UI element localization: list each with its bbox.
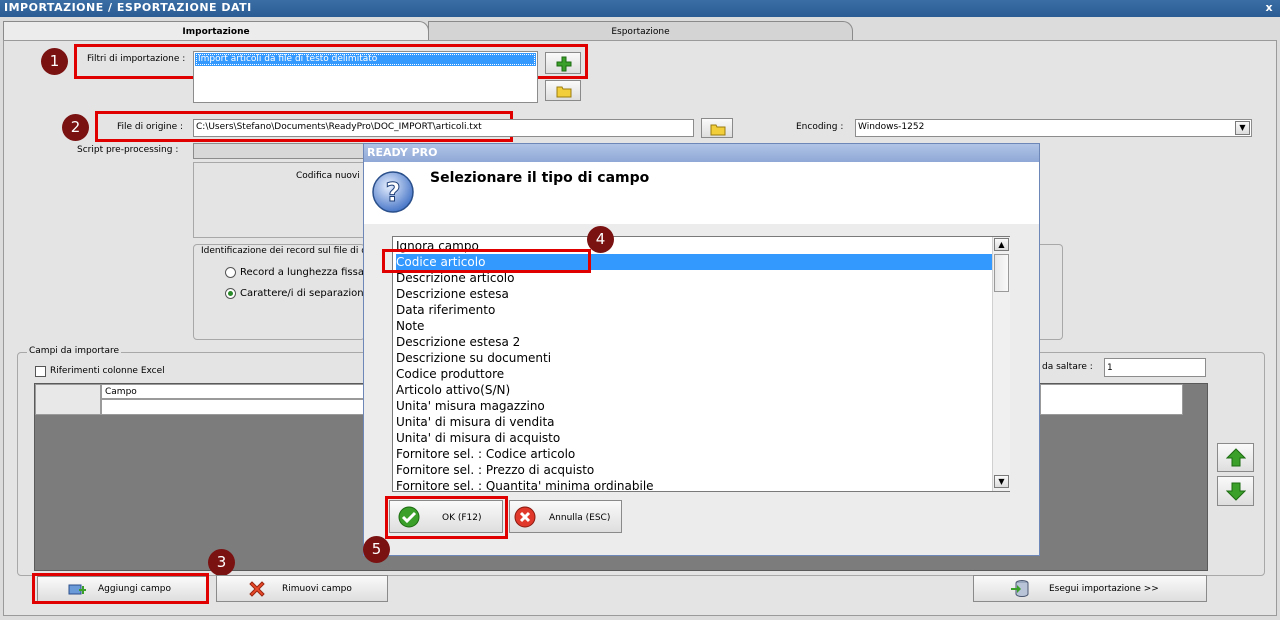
- browse-file-button[interactable]: [701, 118, 733, 138]
- arrow-up-icon: [1226, 448, 1246, 467]
- remove-icon: [249, 581, 265, 597]
- codifica-label: Codifica nuovi: [296, 171, 360, 181]
- filters-list-selected[interactable]: Import articoli da file di testo delimit…: [195, 53, 536, 66]
- folder-icon: [710, 124, 726, 136]
- svg-text:?: ?: [385, 178, 400, 208]
- script-label: Script pre-processing :: [77, 145, 179, 155]
- badge-2: 2: [62, 114, 89, 141]
- question-icon: ?: [372, 171, 414, 213]
- grid-row[interactable]: [101, 399, 364, 415]
- skip-input[interactable]: 1: [1104, 358, 1206, 377]
- list-item[interactable]: Fornitore sel. : Prezzo di acquisto: [396, 462, 992, 478]
- list-item[interactable]: Data riferimento: [396, 302, 992, 318]
- excel-checkbox[interactable]: [35, 366, 46, 377]
- tab-esportazione[interactable]: Esportazione: [428, 21, 853, 42]
- add-filter-button[interactable]: [545, 52, 581, 74]
- scroll-thumb[interactable]: [994, 254, 1009, 292]
- list-scrollbar[interactable]: ▲ ▼: [992, 237, 1010, 491]
- encoding-value: Windows-1252: [858, 122, 925, 132]
- list-item[interactable]: Fornitore sel. : Quantita' minima ordina…: [396, 478, 992, 494]
- grid-header-right: [1040, 384, 1183, 415]
- scroll-up-icon[interactable]: ▲: [994, 238, 1009, 251]
- origin-file-label: File di origine :: [117, 122, 184, 132]
- radio-fixed-length-label: Record a lunghezza fissa: [240, 267, 364, 278]
- database-import-icon: [1011, 580, 1029, 598]
- badge-5: 5: [363, 536, 390, 563]
- list-item[interactable]: Descrizione estesa: [396, 286, 992, 302]
- scroll-down-icon[interactable]: ▼: [994, 475, 1009, 488]
- dialog-titlebar: READY PRO: [364, 144, 1039, 162]
- run-import-button[interactable]: Esegui importazione >>: [973, 575, 1207, 602]
- folder-icon: [556, 86, 572, 98]
- window-titlebar: IMPORTAZIONE / ESPORTAZIONE DATI x: [0, 0, 1280, 17]
- grid-header-campo-label: Campo: [105, 387, 137, 397]
- plus-icon: [556, 56, 572, 72]
- fields-group-label: Campi da importare: [27, 346, 121, 356]
- remove-field-button[interactable]: Rimuovi campo: [216, 575, 388, 602]
- highlight-4: [382, 249, 591, 273]
- cancel-icon: [514, 506, 536, 528]
- grid-corner: [35, 384, 101, 415]
- cancel-button[interactable]: Annulla (ESC): [509, 500, 622, 533]
- dialog-header: ? Selezionare il tipo di campo: [364, 162, 1039, 224]
- close-icon[interactable]: x: [1262, 1, 1276, 15]
- list-item[interactable]: Unita' di misura di acquisto: [396, 430, 992, 446]
- run-import-label: Esegui importazione >>: [1049, 584, 1159, 594]
- excel-checkbox-label: Riferimenti colonne Excel: [50, 366, 165, 376]
- list-item[interactable]: Fornitore sel. : Codice articolo: [396, 446, 992, 462]
- record-id-label: Identificazione dei record sul file di d: [201, 246, 367, 256]
- encoding-label: Encoding :: [796, 122, 844, 132]
- chevron-down-icon[interactable]: ▼: [1235, 121, 1250, 135]
- highlight-3: [32, 573, 209, 604]
- radio-separator-label: Carattere/i di separazione: [240, 288, 370, 299]
- list-item[interactable]: Descrizione su documenti: [396, 350, 992, 366]
- origin-file-input[interactable]: C:\Users\Stefano\Documents\ReadyPro\DOC_…: [193, 119, 694, 137]
- list-item[interactable]: Articolo attivo(S/N): [396, 382, 992, 398]
- badge-4: 4: [587, 226, 614, 253]
- tab-importazione-label: Importazione: [182, 27, 250, 37]
- list-item[interactable]: Unita' misura magazzino: [396, 398, 992, 414]
- dialog-question: Selezionare il tipo di campo: [430, 170, 650, 186]
- move-up-button[interactable]: [1217, 443, 1254, 472]
- badge-3: 3: [208, 549, 235, 576]
- filters-list[interactable]: Import articoli da file di testo delimit…: [193, 51, 538, 103]
- cancel-label: Annulla (ESC): [549, 513, 611, 523]
- arrow-down-icon: [1226, 482, 1246, 501]
- tab-esportazione-label: Esportazione: [611, 27, 670, 37]
- list-item[interactable]: Unita' di misura di vendita: [396, 414, 992, 430]
- move-down-button[interactable]: [1217, 476, 1254, 506]
- window-title: IMPORTAZIONE / ESPORTAZIONE DATI: [4, 1, 252, 14]
- badge-1: 1: [41, 48, 68, 75]
- dialog-title: READY PRO: [367, 146, 438, 159]
- remove-field-label: Rimuovi campo: [282, 584, 352, 594]
- open-filter-button[interactable]: [545, 80, 581, 101]
- script-input[interactable]: [193, 143, 365, 159]
- highlight-5: [385, 496, 508, 539]
- grid-header-campo[interactable]: Campo: [101, 384, 364, 399]
- radio-fixed-length[interactable]: [225, 267, 236, 278]
- tab-importazione[interactable]: Importazione: [3, 21, 429, 42]
- record-id-group-right: [1040, 244, 1063, 340]
- radio-separator[interactable]: [225, 288, 236, 299]
- skip-label: da saltare :: [1042, 362, 1093, 372]
- list-item[interactable]: Descrizione estesa 2: [396, 334, 992, 350]
- field-type-list[interactable]: Ignora campo Codice articolo Descrizione a…: [392, 236, 1010, 494]
- filters-label: Filtri di importazione :: [87, 54, 186, 64]
- encoding-select[interactable]: Windows-1252 ▼: [855, 119, 1252, 137]
- field-type-dialog: READY PRO ? Selezionare il tipo di campo…: [363, 143, 1040, 556]
- list-item[interactable]: Codice produttore: [396, 366, 992, 382]
- list-item[interactable]: Note: [396, 318, 992, 334]
